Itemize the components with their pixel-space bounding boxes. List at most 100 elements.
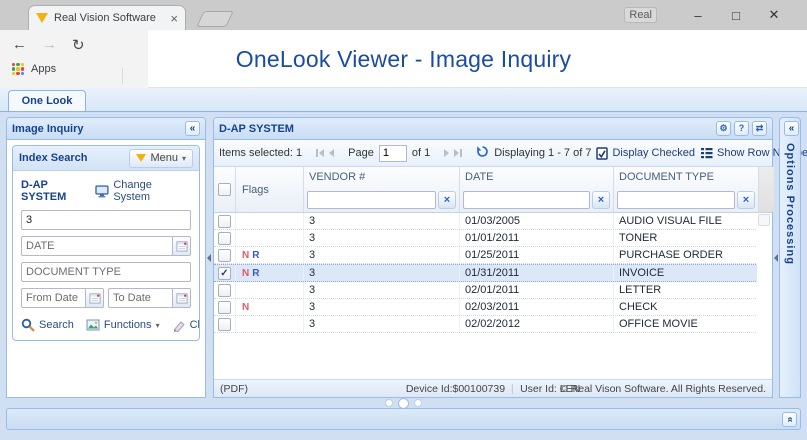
row-checkbox[interactable]: ✓	[218, 266, 231, 280]
app-frame: One Look Image Inquiry « Index Search Me…	[0, 88, 807, 440]
next-page-button[interactable]	[444, 149, 450, 157]
expand-options-button[interactable]: «	[784, 121, 799, 136]
format-label: (PDF)	[220, 382, 248, 395]
calendar-icon	[88, 293, 101, 304]
sync-icon: ⇄	[755, 123, 764, 133]
refresh-button[interactable]	[476, 145, 489, 161]
date-cell: 02/01/2011	[460, 282, 614, 298]
column-label-vendor: VENDOR #	[309, 171, 366, 183]
minimize-button[interactable]: –	[679, 8, 717, 23]
table-row[interactable]: NR 3 01/25/2011 PURCHASE ORDER	[214, 247, 760, 264]
doctype-filter-clear-button[interactable]: ×	[737, 190, 755, 209]
bottom-collapsed-panel[interactable]: «	[6, 408, 801, 430]
table-row[interactable]: 3 01/03/2005 AUDIO VISUAL FILE	[214, 213, 760, 230]
select-all-checkbox[interactable]	[218, 183, 231, 196]
date-picker-button[interactable]	[172, 236, 191, 256]
collapse-arrow-icon[interactable]	[207, 253, 211, 262]
display-checked-button[interactable]: Display Checked	[596, 146, 695, 160]
tab-one-look-label: One Look	[21, 95, 73, 107]
table-row[interactable]: ✓ NR 3 01/31/2011 INVOICE	[214, 264, 760, 282]
from-date-field[interactable]	[21, 288, 85, 308]
vendor-filter-clear-button[interactable]: ×	[438, 190, 456, 209]
logo-triangle-icon	[136, 154, 147, 162]
collapse-panel-button[interactable]: «	[185, 121, 200, 136]
change-system-button[interactable]: Change System	[95, 179, 191, 203]
row-checkbox[interactable]	[218, 317, 231, 331]
doctype-cell: PURCHASE ORDER	[614, 247, 759, 263]
doctype-cell: LETTER	[614, 282, 759, 298]
date-filter-input[interactable]	[463, 190, 590, 209]
reload-icon[interactable]: ↻	[72, 36, 85, 54]
to-date-field[interactable]	[108, 288, 172, 308]
column-header-flags[interactable]: Flags	[236, 167, 304, 212]
row-checkbox[interactable]	[218, 214, 231, 228]
apps-shortcut[interactable]: Apps	[0, 54, 148, 75]
column-header-date[interactable]: DATE ×	[460, 167, 614, 212]
vertical-scrollbar[interactable]	[757, 213, 772, 379]
menu-button[interactable]: Menu ▾	[129, 148, 193, 168]
flags-cell	[236, 230, 304, 246]
scrollbar-thumb[interactable]	[758, 214, 770, 226]
image-functions-icon	[86, 319, 100, 331]
document-type-field[interactable]	[21, 262, 191, 282]
first-page-button[interactable]	[316, 149, 325, 157]
date-filter-clear-button[interactable]: ×	[592, 190, 610, 209]
flag-n: N	[242, 267, 250, 279]
column-label-doctype: DOCUMENT TYPE	[619, 171, 714, 183]
apps-grid-icon	[12, 63, 24, 75]
index-search-title: Index Search	[19, 152, 88, 164]
help-button[interactable]: ?	[734, 121, 749, 136]
profile-badge[interactable]: Real	[624, 7, 657, 23]
functions-button[interactable]: Functions ▾	[86, 319, 160, 331]
column-header-doctype[interactable]: DOCUMENT TYPE ×	[614, 167, 759, 212]
options-processing-title: Options Processing	[784, 143, 796, 265]
table-row[interactable]: 3 02/02/2012 OFFICE MOVIE	[214, 316, 760, 333]
vendor-cell: 3	[304, 316, 460, 332]
clear-button[interactable]: Clear	[172, 319, 199, 332]
row-checkbox[interactable]	[218, 231, 231, 245]
close-button[interactable]: ✕	[755, 7, 793, 23]
row-checkbox[interactable]	[218, 300, 231, 314]
doctype-filter-input[interactable]	[617, 190, 735, 209]
date-field[interactable]	[21, 236, 172, 256]
settings-gear-button[interactable]: ⚙	[716, 121, 731, 136]
vendor-field[interactable]	[21, 210, 191, 230]
column-header-vendor[interactable]: VENDOR # ×	[304, 167, 460, 212]
doctype-cell: OFFICE MOVIE	[614, 316, 759, 332]
options-processing-collapsed-panel[interactable]: « Options Processing	[779, 117, 801, 398]
tab-close-icon[interactable]: ×	[170, 12, 178, 25]
last-page-button[interactable]	[454, 149, 463, 157]
prev-page-button[interactable]	[329, 149, 335, 157]
table-row[interactable]: N 3 02/03/2011 CHECK	[214, 299, 760, 316]
monitor-icon	[95, 184, 110, 197]
vendor-filter-input[interactable]	[307, 190, 436, 209]
refresh-panel-button[interactable]: ⇄	[752, 121, 767, 136]
search-button-label: Search	[39, 319, 74, 331]
tab-one-look[interactable]: One Look	[8, 90, 86, 111]
search-button[interactable]: Search	[21, 318, 74, 332]
image-inquiry-title: Image Inquiry	[12, 122, 84, 135]
left-splitter[interactable]	[206, 117, 213, 398]
forward-icon[interactable]: →	[42, 36, 57, 54]
menu-button-label: Menu	[150, 152, 178, 164]
row-checkbox[interactable]	[218, 283, 231, 297]
maximize-button[interactable]: □	[717, 8, 755, 23]
back-icon[interactable]: ←	[12, 36, 27, 54]
table-row[interactable]: 3 01/01/2011 TONER	[214, 230, 760, 247]
from-date-picker-button[interactable]	[85, 288, 104, 308]
expand-bottom-panel-button[interactable]: «	[782, 411, 797, 427]
page-number-input[interactable]	[378, 144, 407, 162]
collapse-arrow-icon[interactable]	[774, 253, 778, 262]
row-checkbox[interactable]	[218, 248, 231, 262]
prev-page-icon	[329, 149, 335, 157]
date-cell: 02/02/2012	[460, 316, 614, 332]
new-tab-button[interactable]	[196, 11, 234, 27]
table-row[interactable]: 3 02/01/2011 LETTER	[214, 282, 760, 299]
splitter-handle-dot	[398, 397, 409, 409]
grid-column-headers: Flags VENDOR # × DATE × DOCUMENT TYPE ×	[214, 167, 774, 213]
browser-tab[interactable]: Real Vision Software ×	[28, 5, 186, 30]
window-titlebar: Real Vision Software × Real – □ ✕	[0, 0, 807, 30]
bottom-splitter[interactable]	[6, 397, 801, 409]
right-splitter[interactable]	[773, 117, 779, 398]
to-date-picker-button[interactable]	[172, 288, 191, 308]
